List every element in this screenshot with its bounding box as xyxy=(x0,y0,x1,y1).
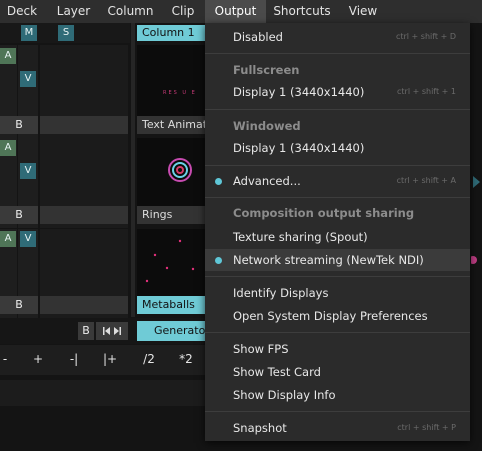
show-display-info-label: Show Display Info xyxy=(233,388,336,402)
generator-tab[interactable]: Generato xyxy=(137,321,205,341)
open-prefs-label: Open System Display Preferences xyxy=(233,309,428,323)
status-strip xyxy=(0,380,205,406)
clip-text-animation-label: Text Animat xyxy=(137,116,205,134)
menu-separator xyxy=(205,332,470,333)
record-dot-icon xyxy=(469,256,477,264)
right-edge-dot xyxy=(469,253,482,267)
transport-skip-button[interactable] xyxy=(96,322,128,340)
layer-2-a-button[interactable]: A xyxy=(0,140,16,156)
menu-separator xyxy=(205,53,470,54)
windowed-display-item[interactable]: Display 1 (3440x1440) xyxy=(205,137,470,159)
zoom-out-button[interactable]: - xyxy=(0,348,10,370)
right-edge-arrow xyxy=(471,175,482,189)
layer-2-v-button[interactable]: V xyxy=(20,163,36,179)
layer-3-v-button[interactable]: V xyxy=(20,231,36,247)
menu-separator xyxy=(205,411,470,412)
fullscreen-display-shortcut: ctrl + shift + 1 xyxy=(397,87,456,96)
fullscreen-display-item[interactable]: Display 1 (3440x1440) ctrl + shift + 1 xyxy=(205,81,470,103)
windowed-display-label: Display 1 (3440x1440) xyxy=(233,141,365,155)
show-fps-item[interactable]: Show FPS xyxy=(205,338,470,360)
skip-transport-icon xyxy=(103,327,121,335)
layer-1-b-button[interactable]: B xyxy=(0,116,38,134)
menu-shortcuts[interactable]: Shortcuts xyxy=(269,0,335,23)
column-1-header[interactable]: Column 1 xyxy=(137,25,207,41)
shrink-left-button[interactable]: -| xyxy=(61,348,87,370)
menu-separator xyxy=(205,276,470,277)
advanced-shortcut: ctrl + shift + A xyxy=(396,176,456,185)
show-display-info-item[interactable]: Show Display Info xyxy=(205,384,470,406)
advanced-active-dot xyxy=(215,178,222,185)
output-disabled-label: Disabled xyxy=(233,30,283,44)
menu-bar: Deck Layer Column Clip Output Shortcuts … xyxy=(0,0,482,23)
sharing-header: Composition output sharing xyxy=(233,206,415,220)
windowed-header: Windowed xyxy=(233,119,301,133)
clip-metaballs-label[interactable]: Metaballs xyxy=(137,296,205,314)
clip-rings-thumb[interactable] xyxy=(137,138,205,206)
texture-sharing-item[interactable]: Texture sharing (Spout) xyxy=(205,226,470,248)
divide-two-button[interactable]: /2 xyxy=(136,348,162,370)
layer-1-a-button[interactable]: A xyxy=(0,48,16,64)
layer-3-clip-label xyxy=(40,296,128,314)
rings-preview-icon xyxy=(168,158,192,182)
grow-right-button[interactable]: |+ xyxy=(97,348,123,370)
advanced-item[interactable]: Advanced... ctrl + shift + A xyxy=(205,170,470,192)
clip-metaballs-thumb[interactable] xyxy=(137,229,205,296)
layer-1-clip-label xyxy=(40,116,128,134)
clip-rings-label: Rings xyxy=(137,206,205,224)
layer-3-b-button[interactable]: B xyxy=(0,296,38,314)
layer-2-clip-label xyxy=(40,206,128,224)
menu-clip[interactable]: Clip xyxy=(162,0,204,23)
output-menu-dropdown: Disabled ctrl + shift + D Fullscreen Dis… xyxy=(205,23,470,441)
output-disabled-shortcut: ctrl + shift + D xyxy=(395,32,456,41)
identify-displays-label: Identify Displays xyxy=(233,286,329,300)
show-test-card-item[interactable]: Show Test Card xyxy=(205,361,470,383)
multiply-two-button[interactable]: *2 xyxy=(173,348,199,370)
snapshot-shortcut: ctrl + shift + P xyxy=(397,423,456,432)
network-streaming-active-dot xyxy=(215,257,222,264)
clip-text-animation-preview: RES U E xyxy=(163,90,197,96)
menu-view[interactable]: View xyxy=(339,0,387,23)
open-prefs-item[interactable]: Open System Display Preferences xyxy=(205,305,470,327)
snapshot-item[interactable]: Snapshot ctrl + shift + P xyxy=(205,417,470,439)
show-fps-label: Show FPS xyxy=(233,342,289,356)
menu-separator xyxy=(205,165,470,166)
menu-output[interactable]: Output xyxy=(205,0,266,23)
advanced-label: Advanced... xyxy=(233,174,301,188)
menu-separator xyxy=(205,197,470,198)
deck-b-button[interactable]: B xyxy=(78,322,94,340)
clip-text-animation-thumb[interactable]: RES U E xyxy=(137,45,205,117)
zoom-in-button[interactable]: + xyxy=(28,348,48,370)
solo-button[interactable]: S xyxy=(58,25,74,41)
layer-1-v-button[interactable]: V xyxy=(20,71,36,87)
network-streaming-item[interactable]: Network streaming (NewTek NDI) xyxy=(205,249,470,271)
fullscreen-display-label: Display 1 (3440x1440) xyxy=(233,85,365,99)
master-button[interactable]: M xyxy=(21,25,37,41)
texture-sharing-label: Texture sharing (Spout) xyxy=(233,230,368,244)
arrow-right-icon xyxy=(473,176,480,188)
layer-3-a-button[interactable]: A xyxy=(0,231,16,247)
snapshot-label: Snapshot xyxy=(233,421,287,435)
menu-column[interactable]: Column xyxy=(103,0,158,23)
column-separator xyxy=(131,23,135,317)
network-streaming-label: Network streaming (NewTek NDI) xyxy=(233,253,424,267)
show-test-card-label: Show Test Card xyxy=(233,365,321,379)
menu-layer[interactable]: Layer xyxy=(47,0,100,23)
menu-deck[interactable]: Deck xyxy=(0,0,44,23)
identify-displays-item[interactable]: Identify Displays xyxy=(205,282,470,304)
fullscreen-header: Fullscreen xyxy=(233,63,300,77)
menu-separator xyxy=(205,109,470,110)
layer-2-b-button[interactable]: B xyxy=(0,206,38,224)
metaballs-preview-icon xyxy=(145,239,195,283)
output-disabled-item[interactable]: Disabled ctrl + shift + D xyxy=(205,26,470,48)
